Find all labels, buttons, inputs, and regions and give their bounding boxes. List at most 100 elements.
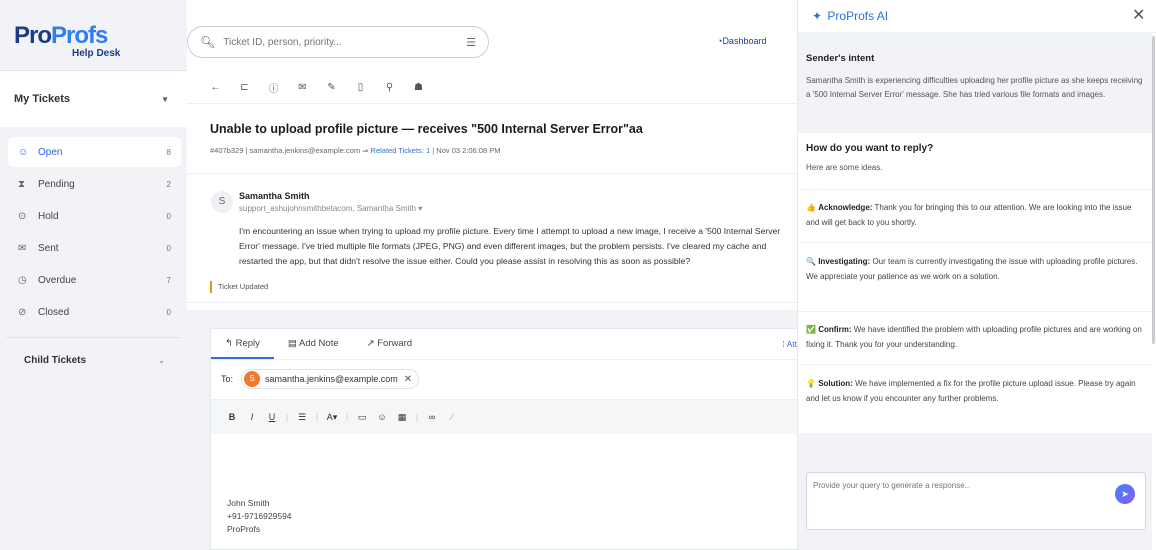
attach-button[interactable]: ⁞ Att: [782, 339, 797, 349]
close-icon[interactable]: ✕: [404, 374, 412, 385]
sparkle-icon: ✦: [812, 9, 823, 23]
chat-icon: ☺: [18, 146, 29, 158]
check-box-icon: ✅: [806, 325, 816, 334]
table-button[interactable]: ▦: [395, 412, 409, 423]
sidebar-item-open[interactable]: ☺ Open 8: [8, 137, 181, 167]
count-badge: 8: [166, 147, 171, 157]
pause-icon: ⊙: [18, 210, 27, 222]
query-box[interactable]: ➤: [806, 472, 1146, 530]
clock-icon: ◷: [18, 274, 27, 286]
related-tickets-link[interactable]: Related Tickets: 1: [371, 146, 431, 155]
scrollbar[interactable]: [1152, 36, 1155, 344]
reply-idea-solution[interactable]: 💡 Solution: We have implemented a fix fo…: [798, 376, 1152, 406]
thumbs-up-icon: 👍: [806, 203, 816, 212]
reply-idea-acknowledge[interactable]: 👍 Acknowledge: Thank you for bringing th…: [798, 200, 1152, 230]
image-button[interactable]: ▭: [355, 412, 369, 423]
to-row: To: S samantha.jenkins@example.com ✕: [221, 369, 420, 389]
filter-icon[interactable]: ☰: [466, 36, 476, 49]
divider: [6, 337, 181, 338]
paperclip-icon: ⁞: [782, 339, 785, 349]
sender-name: Samantha Smith: [239, 191, 310, 201]
reply-idea-confirm[interactable]: ✅ Confirm: We have identified the proble…: [798, 322, 1152, 352]
check-circle-icon: ⊘: [18, 306, 27, 318]
text-color-button[interactable]: A▾: [325, 412, 339, 423]
italic-button[interactable]: I: [245, 412, 259, 422]
format-toolbar: B I U | ☰ | A▾ | ▭ ☺ ▦ | ∞ ⁄: [211, 400, 798, 434]
my-tickets-dropdown[interactable]: My Tickets ▼: [0, 71, 187, 127]
count-badge: 0: [166, 211, 171, 221]
bold-button[interactable]: B: [225, 412, 239, 422]
tab-reply[interactable]: ↰ Reply: [211, 329, 274, 359]
divider: [798, 311, 1152, 312]
ticket-toolbar: ← ⊏ ⓘ ✉ ✎ ▯ ⚲ ☗: [201, 76, 433, 98]
ticket-meta: #407b329 | samantha.jenkins@example.com …: [210, 146, 501, 155]
back-arrow-icon[interactable]: ←: [201, 82, 230, 93]
sidebar-item-hold[interactable]: ⊙ Hold 0: [8, 201, 181, 231]
divider: [187, 173, 797, 174]
note-icon: ▤: [287, 338, 297, 349]
divider: [798, 364, 1152, 365]
divider: [187, 103, 797, 104]
ticket-title: Unable to upload profile picture — recei…: [210, 122, 643, 136]
underline-button[interactable]: U: [265, 412, 279, 422]
divider: |: [285, 412, 289, 422]
top-bar: 🔍︎ ☰ ◔Dashboard: [187, 0, 797, 70]
tab-add-note[interactable]: ▤ Add Note: [274, 329, 353, 359]
compose-tabs: ↰ Reply ▤ Add Note ↗ Forward: [211, 329, 426, 359]
sidebar-item-sent[interactable]: ✉ Sent 0: [8, 233, 181, 263]
divider: |: [315, 412, 319, 422]
email-signature[interactable]: John Smith +91-9716929594 ProProfs: [227, 497, 292, 536]
dashboard-link[interactable]: ◔Dashboard: [717, 36, 766, 46]
search-input[interactable]: [223, 36, 467, 48]
send-icon: ➤: [1121, 489, 1129, 499]
list-button[interactable]: ☰: [295, 412, 309, 423]
unlink-button[interactable]: ⁄: [445, 412, 459, 422]
recipient-chip[interactable]: S samantha.jenkins@example.com ✕: [241, 369, 420, 389]
mail-icon: ✉: [18, 242, 27, 254]
ai-panel-header: ✦ ProProfs AI ✕: [798, 0, 1156, 33]
document-icon[interactable]: ▯: [346, 82, 375, 93]
divider: |: [345, 412, 349, 422]
person-icon[interactable]: ⚲: [375, 82, 404, 93]
merge-icon[interactable]: ⊏: [230, 82, 259, 93]
ticket-updated-label: Ticket Updated: [210, 281, 268, 293]
sidebar-item-closed[interactable]: ⊘ Closed 0: [8, 297, 181, 327]
lightbulb-icon: 💡: [806, 379, 816, 388]
hourglass-icon: ⧗: [18, 178, 26, 190]
divider: [798, 242, 1152, 243]
proprofs-logo[interactable]: ProProfs Help Desk: [14, 22, 134, 62]
close-icon[interactable]: ✕: [1132, 5, 1145, 25]
emoji-button[interactable]: ☺: [375, 412, 389, 422]
avatar: S: [211, 191, 233, 213]
sender-email[interactable]: support_ashujohnsmithbetacom, Samantha S…: [239, 204, 422, 213]
sidebar: ProProfs Help Desk My Tickets ▼ ☺ Open 8…: [0, 0, 187, 550]
magnifier-icon: 🔍: [806, 257, 816, 266]
edit-icon[interactable]: ✎: [317, 82, 346, 93]
info-icon[interactable]: ⓘ: [259, 80, 288, 95]
tab-forward[interactable]: ↗ Forward: [353, 329, 426, 359]
reply-editor: ↰ Reply ▤ Add Note ↗ Forward ⁞ Att To: S…: [210, 328, 798, 550]
spam-icon[interactable]: ☗: [404, 82, 433, 93]
divider: [187, 302, 797, 303]
message-body: I'm encountering an issue when trying to…: [239, 226, 781, 266]
divider: [211, 359, 798, 360]
email-icon[interactable]: ✉: [288, 82, 317, 93]
chevron-down-icon: ⌄: [158, 355, 165, 365]
count-badge: 0: [166, 243, 171, 253]
ai-panel: ✦ ProProfs AI ✕ Sender's intent Samantha…: [797, 0, 1156, 550]
reply-idea-investigating[interactable]: 🔍 Investigating: Our team is currently i…: [798, 254, 1152, 284]
sender-intent-section: Sender's intent Samantha Smith is experi…: [798, 33, 1152, 133]
count-badge: 0: [166, 307, 171, 317]
avatar: S: [244, 371, 261, 387]
search-icon: 🔍︎: [200, 35, 216, 49]
reply-ideas-header: How do you want to reply? Here are some …: [798, 133, 1152, 189]
send-button[interactable]: ➤: [1115, 484, 1135, 504]
search-bar[interactable]: 🔍︎ ☰: [187, 26, 489, 58]
sidebar-item-pending[interactable]: ⧗ Pending 2: [8, 169, 181, 199]
ticket-nav: ☺ Open 8 ⧗ Pending 2 ⊙ Hold 0 ✉ Sent 0 ◷…: [0, 135, 187, 372]
query-input[interactable]: [813, 481, 1103, 490]
child-tickets-toggle[interactable]: Child Tickets ⌄: [0, 348, 187, 372]
sidebar-item-overdue[interactable]: ◷ Overdue 7: [8, 265, 181, 295]
count-badge: 2: [166, 179, 171, 189]
link-button[interactable]: ∞: [425, 412, 439, 422]
